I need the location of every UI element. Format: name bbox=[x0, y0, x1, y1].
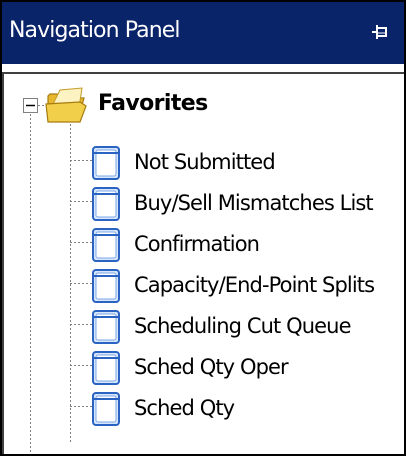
collapse-minus-icon[interactable] bbox=[23, 98, 38, 113]
tree-item-scheduling-cut-queue[interactable]: Scheduling Cut Queue bbox=[92, 306, 404, 346]
tree-item-sched-qty[interactable]: Sched Qty bbox=[92, 388, 404, 428]
navigation-panel: Navigation Panel Favorites Not Submitted… bbox=[0, 0, 406, 456]
tree-item-not-submitted[interactable]: Not Submitted bbox=[92, 142, 404, 182]
tree-item-label: Sched Qty bbox=[134, 396, 235, 420]
tree-item-capacity-end-point-splits[interactable]: Capacity/End-Point Splits bbox=[92, 265, 404, 305]
tree-item-label: Confirmation bbox=[134, 232, 260, 256]
folder-label-favorites[interactable]: Favorites bbox=[98, 91, 208, 116]
tree-item-label: Not Submitted bbox=[134, 150, 276, 174]
pin-icon[interactable] bbox=[368, 20, 392, 44]
document-icon bbox=[92, 351, 120, 385]
tree-item-buy-sell-mismatches-list[interactable]: Buy/Sell Mismatches List bbox=[92, 183, 404, 223]
document-icon bbox=[92, 310, 120, 344]
panel-title-bar: Navigation Panel bbox=[2, 2, 404, 64]
tree-item-label: Scheduling Cut Queue bbox=[134, 314, 352, 338]
tree-item-sched-qty-oper[interactable]: Sched Qty Oper bbox=[92, 347, 404, 387]
panel-title: Navigation Panel bbox=[9, 18, 181, 43]
document-icon bbox=[92, 392, 120, 426]
title-divider bbox=[2, 64, 404, 72]
document-icon bbox=[92, 228, 120, 262]
document-icon bbox=[92, 269, 120, 303]
tree-item-confirmation[interactable]: Confirmation bbox=[92, 224, 404, 264]
folder-icon bbox=[45, 87, 87, 123]
tree-item-label: Buy/Sell Mismatches List bbox=[134, 191, 374, 215]
tree-item-label: Capacity/End-Point Splits bbox=[134, 273, 375, 297]
document-icon bbox=[92, 187, 120, 221]
tree-view[interactable]: Favorites Not Submitted Buy/Sell Mismatc… bbox=[2, 72, 404, 454]
document-icon bbox=[92, 146, 120, 180]
tree-item-label: Sched Qty Oper bbox=[134, 355, 289, 379]
